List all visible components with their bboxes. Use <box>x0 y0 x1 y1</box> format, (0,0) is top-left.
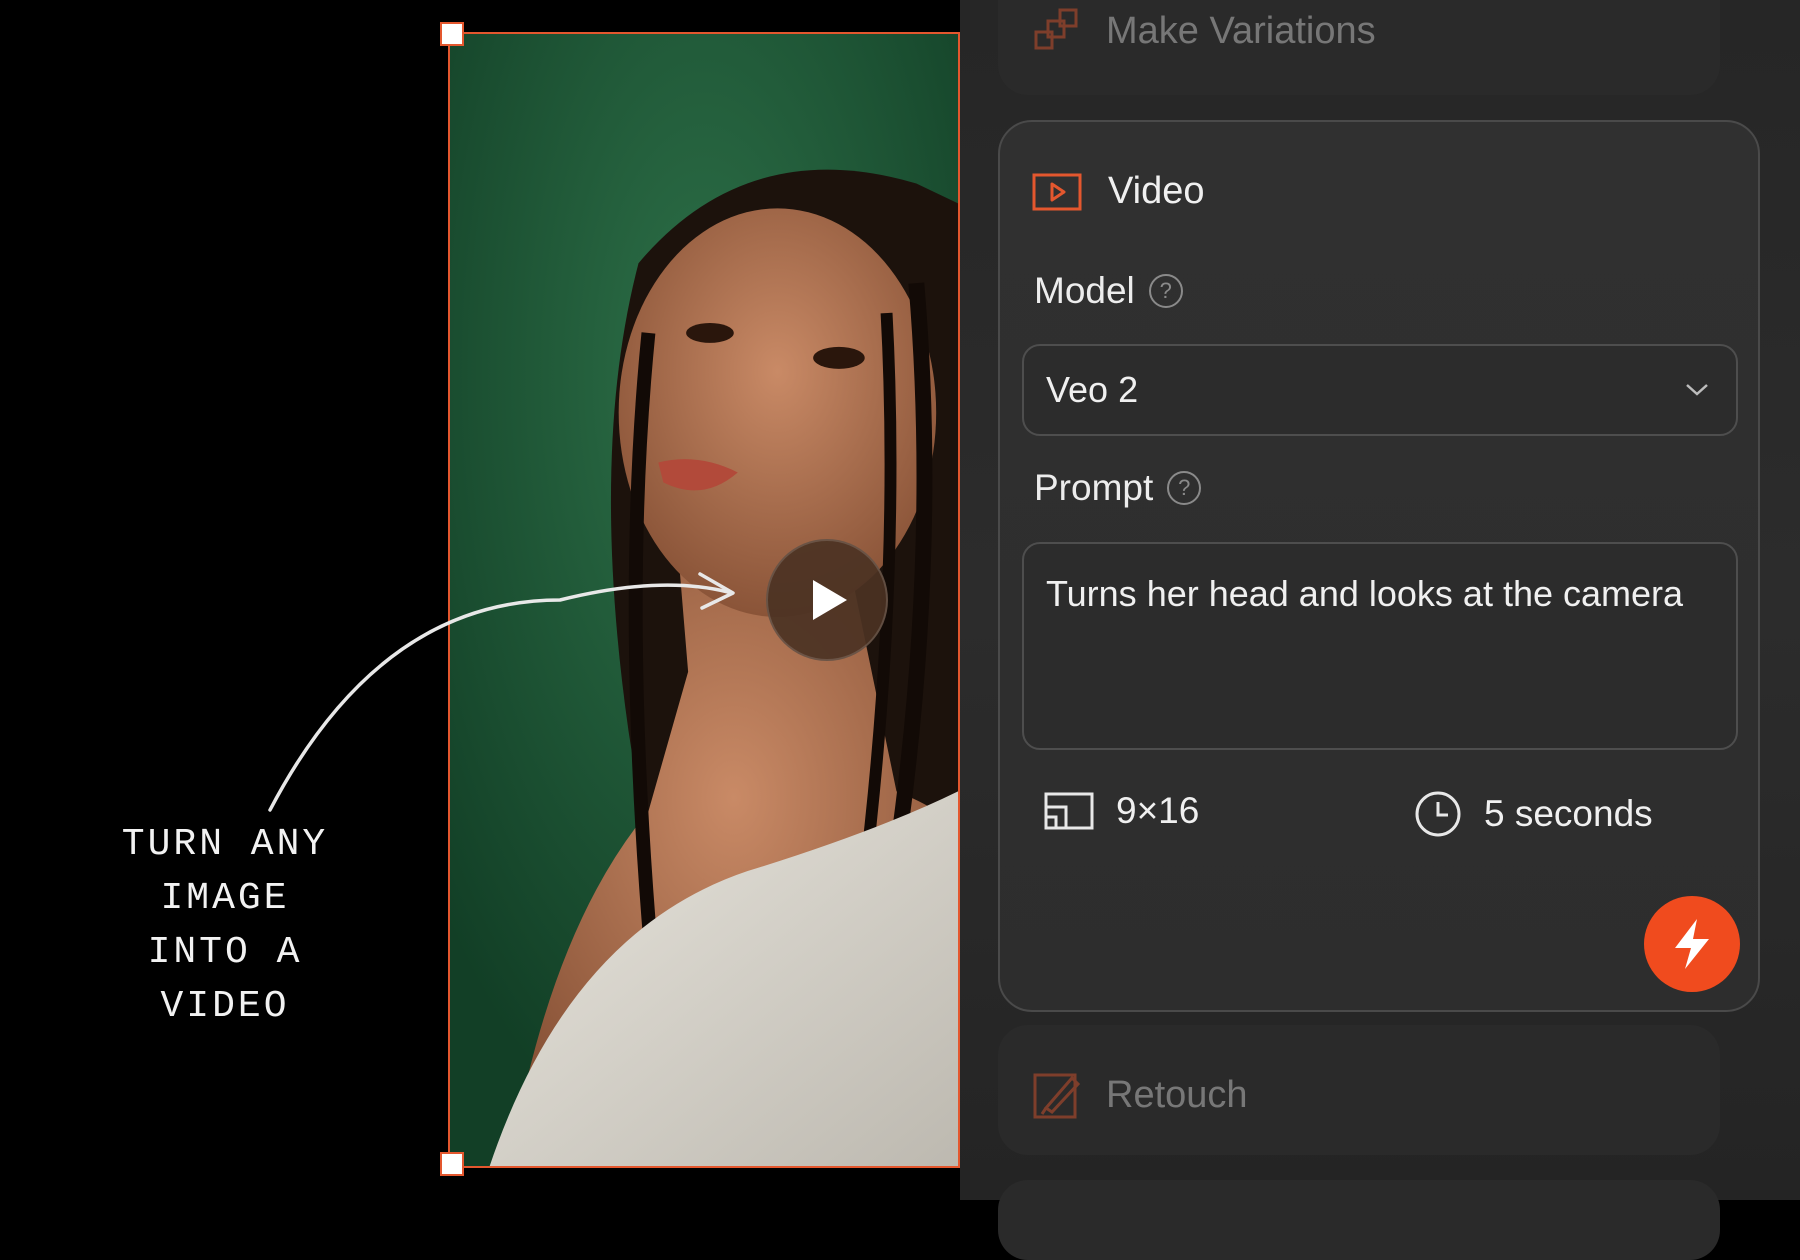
chevron-down-icon <box>1686 384 1708 396</box>
play-rectangle-icon <box>1032 173 1082 210</box>
make-variations-label: Make Variations <box>1106 9 1376 52</box>
clock-icon <box>1415 791 1461 837</box>
retouch-brush-icon <box>1033 1073 1081 1119</box>
prompt-field-label: Prompt ? <box>1034 467 1202 509</box>
play-button[interactable] <box>766 539 888 661</box>
play-icon <box>813 580 847 620</box>
resize-handle-top-left[interactable] <box>440 22 464 46</box>
retouch-label: Retouch <box>1106 1073 1248 1116</box>
prompt-label: Prompt <box>1034 467 1154 508</box>
stacked-squares-icon <box>1034 8 1078 50</box>
resize-handle-bottom-left[interactable] <box>440 1152 464 1176</box>
video-card-header: Video <box>1032 170 1205 213</box>
model-field-label: Model ? <box>1034 270 1183 312</box>
video-card: Video Model ? Veo 2 Prompt ? Turns her h… <box>998 120 1760 1012</box>
question-circle-icon[interactable]: ? <box>1148 274 1183 308</box>
question-circle-icon[interactable]: ? <box>1167 471 1202 505</box>
prompt-textarea[interactable]: Turns her head and looks at the camera <box>1022 542 1738 750</box>
make-variations-row[interactable]: Make Variations <box>1032 6 1376 56</box>
next-tool-card[interactable] <box>998 1180 1720 1260</box>
model-select-value: Veo 2 <box>1046 369 1139 410</box>
video-card-title: Video <box>1108 170 1205 212</box>
aspect-ratio-icon <box>1044 792 1094 830</box>
tools-panel: Make Variations Video Model ? Veo 2 Prom… <box>960 0 1800 1260</box>
generate-button[interactable] <box>1644 896 1740 992</box>
duration-option[interactable]: 5 seconds <box>1414 790 1653 838</box>
model-label: Model <box>1034 270 1135 311</box>
aspect-ratio-value: 9×16 <box>1116 790 1200 831</box>
retouch-row[interactable]: Retouch <box>1032 1070 1248 1120</box>
model-select[interactable]: Veo 2 <box>1022 344 1738 436</box>
lightning-icon <box>1675 919 1709 969</box>
aspect-ratio-option[interactable]: 9×16 <box>1044 790 1199 832</box>
duration-value: 5 seconds <box>1484 793 1653 834</box>
caption-text: TURN ANY IMAGE INTO A VIDEO <box>121 823 329 1028</box>
canvas-area: TURN ANY IMAGE INTO A VIDEO <box>0 0 960 1200</box>
